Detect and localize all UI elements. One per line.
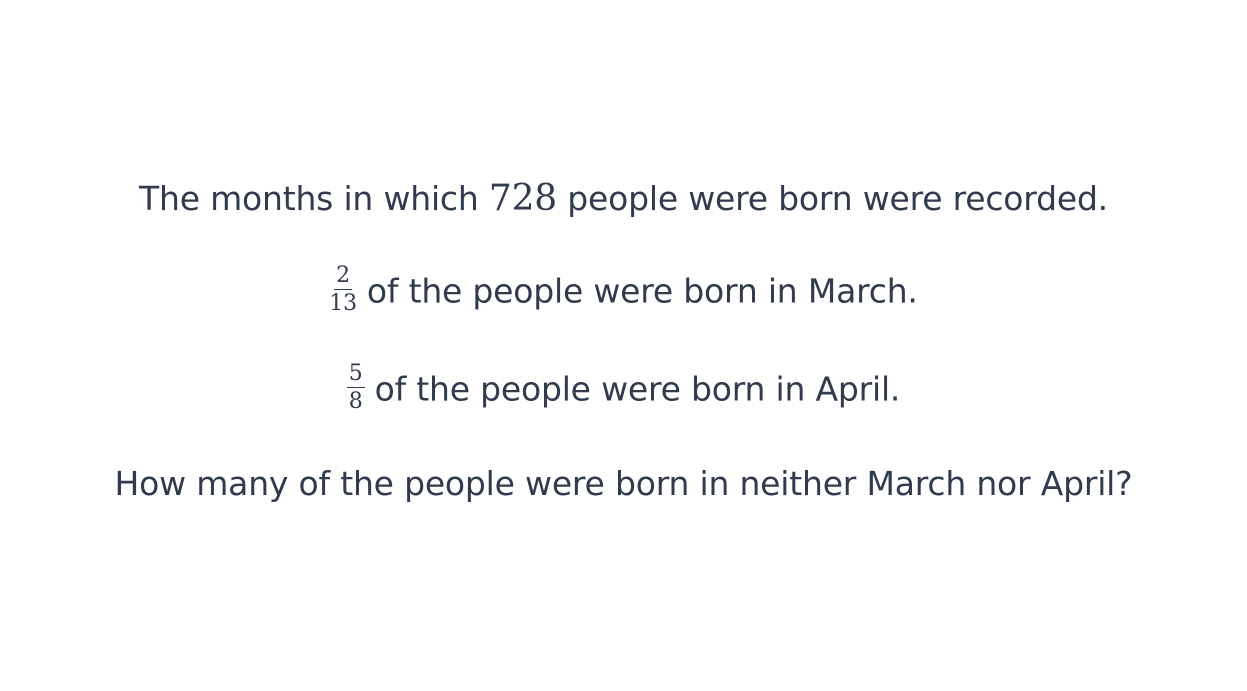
march-text: of the people were born in March. bbox=[366, 271, 918, 311]
march-fraction-denominator: 13 bbox=[329, 291, 357, 316]
march-fraction-numerator: 2 bbox=[334, 263, 352, 290]
april-fraction: 5 8 bbox=[346, 361, 365, 414]
april-fraction-denominator: 8 bbox=[348, 389, 363, 414]
question-line-april: 5 8 of the people were born in April. bbox=[0, 361, 1247, 416]
line1-text-after: people were born were recorded. bbox=[557, 179, 1108, 218]
line1-text-before: The months in which bbox=[139, 179, 489, 218]
question-prompt: How many of the people were born in neit… bbox=[114, 464, 1133, 503]
total-people-number: 728 bbox=[488, 178, 557, 219]
question-line-march: 2 13 of the people were born in March. bbox=[0, 265, 1247, 318]
question-line-total: The months in which 728 people were born… bbox=[0, 178, 1247, 219]
march-fraction: 2 13 bbox=[329, 265, 357, 315]
april-fraction-numerator: 5 bbox=[346, 361, 365, 388]
april-text: of the people were born in April. bbox=[374, 369, 901, 409]
